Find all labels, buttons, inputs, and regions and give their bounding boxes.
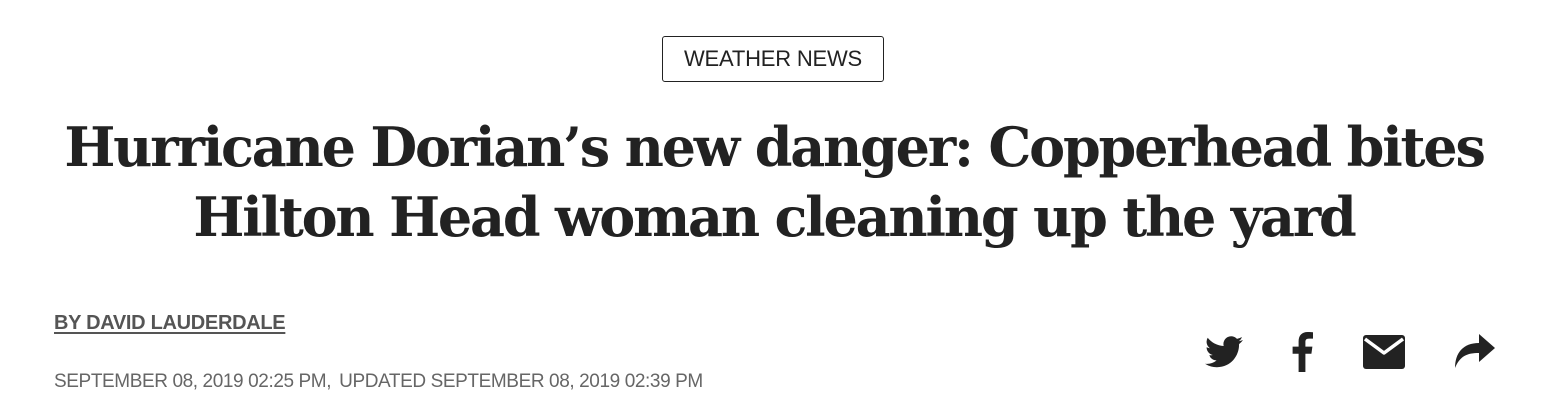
section-tag-link[interactable]: WEATHER NEWS: [662, 36, 884, 82]
share-arrow-icon: [1455, 334, 1495, 368]
share-twitter-button[interactable]: [1204, 330, 1244, 374]
updated-date: UPDATED SEPTEMBER 08, 2019 02:39 PM: [339, 371, 703, 392]
facebook-icon: [1292, 332, 1313, 372]
share-bar: [1200, 330, 1500, 374]
published-date: SEPTEMBER 08, 2019 02:25 PM,: [54, 371, 332, 392]
share-facebook-button[interactable]: [1288, 330, 1316, 374]
dateline: SEPTEMBER 08, 2019 02:25 PM, UPDATED SEPT…: [54, 371, 703, 393]
share-email-button[interactable]: [1362, 330, 1406, 374]
email-icon: [1363, 335, 1405, 369]
byline-author-link[interactable]: BY DAVID LAUDERDALE: [54, 312, 286, 335]
headline: Hurricane Dorian’s new danger: Copperhea…: [64, 115, 1486, 249]
twitter-icon: [1205, 336, 1243, 368]
share-more-button[interactable]: [1452, 330, 1496, 374]
